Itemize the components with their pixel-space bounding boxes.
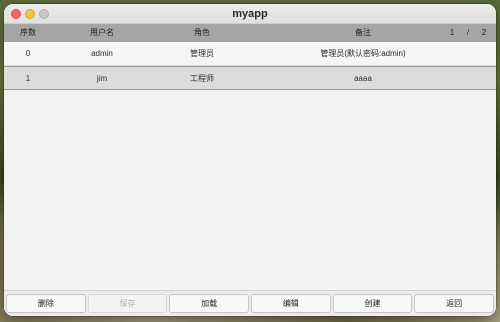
title-bar[interactable]: myapp xyxy=(4,4,496,24)
cell-username: jim xyxy=(96,74,108,83)
column-header-username[interactable]: 用户名 xyxy=(52,24,152,42)
cell-index: 1 xyxy=(25,74,31,83)
back-button[interactable]: 返回 xyxy=(414,294,495,313)
action-bar: 删除 保存 加载 编辑 创建 返回 xyxy=(4,290,496,316)
column-header-note[interactable]: 备注 xyxy=(252,24,474,42)
cell-index: 0 xyxy=(25,49,31,58)
cell-username: admin xyxy=(91,49,113,58)
table-body: 0 admin 管理员 管理员(默认密码:admin) 1 jim 工程师 aa… xyxy=(4,42,496,90)
save-button[interactable]: 保存 xyxy=(87,294,168,313)
pager-total-pages: 2 xyxy=(481,28,487,37)
app-window: myapp 序数 用户名 角色 备注 1 / 2 0 admin 管理员 管理员(默… xyxy=(4,4,496,316)
column-header-role[interactable]: 角色 xyxy=(152,24,252,42)
cell-role: 工程师 xyxy=(190,74,214,83)
edit-button[interactable]: 编辑 xyxy=(251,294,331,313)
window-title: myapp xyxy=(232,8,268,20)
load-button[interactable]: 加载 xyxy=(169,294,250,313)
cell-role: 管理员 xyxy=(190,49,214,58)
column-header-index[interactable]: 序数 xyxy=(4,24,52,42)
table-header: 序数 用户名 角色 备注 1 / 2 xyxy=(4,24,496,42)
table-row[interactable]: 0 admin 管理员 管理员(默认密码:admin) xyxy=(4,42,496,66)
table-row-selected[interactable]: 1 jim 工程师 aaaa xyxy=(4,66,496,90)
cell-note: aaaa xyxy=(354,74,372,83)
pager-current-page: 1 xyxy=(449,28,455,37)
delete-button[interactable]: 删除 xyxy=(6,294,86,313)
pager-separator: / xyxy=(466,28,470,37)
cell-note: 管理员(默认密码:admin) xyxy=(320,49,406,58)
create-button[interactable]: 创建 xyxy=(332,294,413,313)
pager: 1 / 2 xyxy=(446,24,490,42)
